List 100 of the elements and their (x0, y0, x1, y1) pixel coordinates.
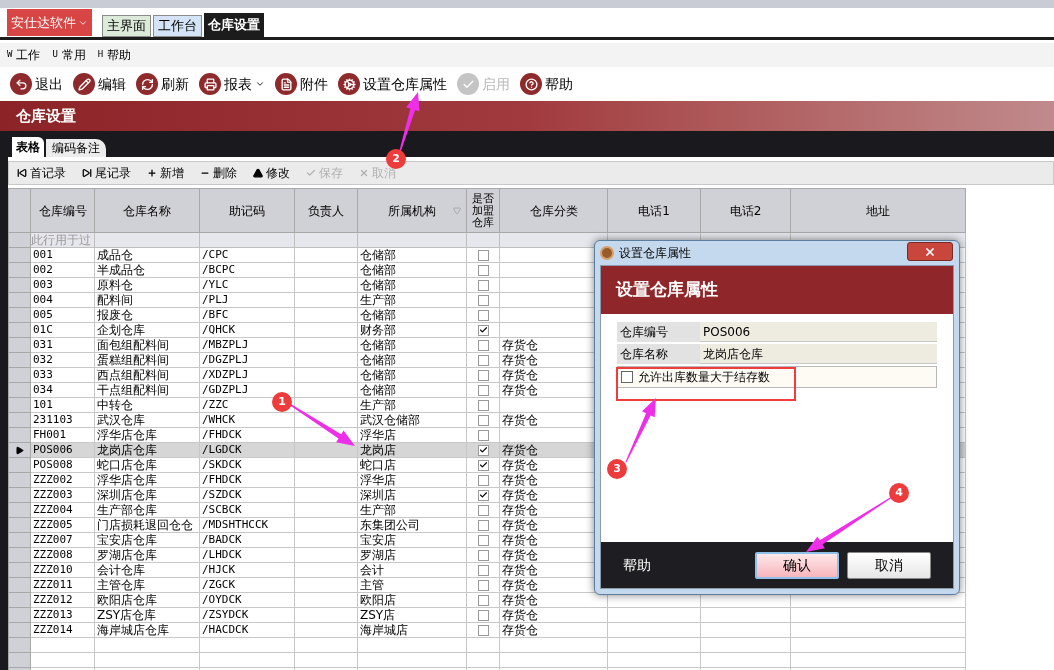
checkbox[interactable] (477, 594, 489, 606)
table-cell (31, 653, 95, 668)
table-cell (295, 638, 358, 653)
menu-item[interactable]: H 帮助 (97, 46, 132, 64)
grid-toolbar-button[interactable]: 首记录 (17, 164, 66, 182)
toolbar-button[interactable]: 附件 (275, 73, 328, 95)
checkbox[interactable] (477, 579, 489, 591)
table-row[interactable]: ZZZ013 ZSY店仓库 /ZSYDCK ZSY店 存货仓 (9, 608, 966, 623)
table-cell (295, 653, 358, 668)
checkbox[interactable] (477, 309, 489, 321)
close-icon (359, 168, 369, 178)
toolbar-button[interactable]: 刷新 (136, 73, 189, 95)
table-cell (31, 638, 95, 653)
filter-cell[interactable] (295, 233, 358, 248)
filter-cell[interactable] (467, 233, 500, 248)
plus-icon (147, 168, 157, 178)
grid-toolbar-button[interactable]: 新增 (147, 164, 184, 182)
menu-item[interactable]: U 常用 (52, 46, 86, 64)
column-header[interactable]: 仓库分类 (500, 189, 608, 233)
checkbox[interactable] (477, 549, 489, 561)
checkbox[interactable] (477, 249, 489, 261)
checkbox[interactable] (477, 279, 489, 291)
toolbar-button[interactable]: 编辑 (73, 73, 126, 95)
pencil-icon (73, 73, 95, 95)
column-header[interactable]: 电话1 (608, 189, 701, 233)
dialog-title: 设置仓库属性 (619, 245, 691, 262)
current-row-icon (15, 445, 24, 455)
check-icon (457, 73, 479, 95)
table-row[interactable]: ZZZ012 欧阳店仓库 /OYDCK 欧阳店 存货仓 (9, 593, 966, 608)
help-icon (520, 73, 542, 95)
menu-item[interactable]: W 工作 (7, 46, 41, 64)
tab[interactable]: 主界面 (102, 15, 151, 37)
column-header[interactable]: 电话2 (701, 189, 791, 233)
filter-cell[interactable] (500, 233, 608, 248)
app-icon (600, 246, 614, 260)
checkbox[interactable] (477, 354, 489, 366)
checkbox[interactable] (477, 384, 489, 396)
table-cell (467, 653, 500, 668)
checkbox[interactable] (477, 414, 489, 426)
toolbar-button[interactable]: 报表 (199, 73, 265, 95)
checkbox[interactable] (477, 324, 489, 336)
checkbox[interactable] (477, 459, 489, 471)
dialog-button[interactable]: 确认 (755, 551, 839, 579)
field-label: 仓库编号 (617, 322, 700, 342)
table-cell: 海岸城店仓库 (95, 623, 200, 638)
table-cell: 存货仓 (500, 623, 608, 638)
toolbar-button[interactable]: 设置仓库属性 (338, 73, 447, 95)
toolbar-button[interactable]: 退出 (10, 73, 63, 95)
checkbox[interactable] (477, 399, 489, 411)
close-icon (924, 245, 936, 258)
sub-tab[interactable]: 编码备注 (46, 139, 106, 157)
tab[interactable]: 仓库设置 (204, 13, 264, 37)
toolbar-button[interactable]: 帮助 (520, 73, 573, 95)
table-cell (467, 638, 500, 653)
checkbox[interactable] (477, 339, 489, 351)
checkbox[interactable] (477, 489, 489, 501)
row-header[interactable] (9, 443, 31, 458)
filter-cell[interactable] (358, 233, 467, 248)
gears-icon (338, 73, 360, 95)
column-header[interactable]: 地址 (791, 189, 966, 233)
table-cell (295, 623, 358, 638)
tab[interactable]: 工作台 (153, 15, 202, 37)
grid-toolbar-button[interactable]: 删除 (200, 164, 237, 182)
checkbox[interactable] (477, 564, 489, 576)
dialog-button[interactable]: 取消 (847, 551, 931, 579)
checkbox[interactable] (477, 369, 489, 381)
checkbox[interactable] (477, 474, 489, 486)
table-row[interactable]: ZZZ014 海岸城店仓库 /HACDCK 海岸城店 存货仓 (9, 623, 966, 638)
app-menu-button[interactable]: 安仕达软件 (7, 9, 92, 36)
checkbox[interactable] (477, 519, 489, 531)
filter-cell[interactable] (95, 233, 200, 248)
checkbox[interactable] (477, 294, 489, 306)
filter-icon[interactable] (453, 206, 461, 215)
triangle-icon (253, 168, 263, 178)
checkbox-label[interactable]: 允许出库数量大于结存数 (638, 368, 770, 386)
column-header[interactable]: 仓库名称 (95, 189, 200, 233)
checkbox[interactable] (477, 624, 489, 636)
field-value[interactable]: POS006 (700, 322, 937, 342)
grid-toolbar-button[interactable]: 修改 (253, 164, 290, 182)
column-header[interactable]: 仓库编号 (31, 189, 95, 233)
close-button[interactable] (907, 242, 953, 261)
column-header[interactable]: 助记码 (200, 189, 295, 233)
checkbox[interactable] (477, 444, 489, 456)
table-cell: 海岸城店 (358, 623, 467, 638)
checkbox[interactable] (477, 609, 489, 621)
filter-cell[interactable] (200, 233, 295, 248)
column-header[interactable]: 负责人 (295, 189, 358, 233)
field-value[interactable]: 龙岗店仓库 (700, 344, 937, 364)
document-icon (275, 73, 297, 95)
checkbox[interactable] (477, 264, 489, 276)
checkbox[interactable] (477, 429, 489, 441)
checkbox[interactable] (477, 504, 489, 516)
checkbox[interactable] (477, 534, 489, 546)
checkbox[interactable] (621, 371, 633, 383)
column-header[interactable]: 是否加盟仓库 (467, 189, 500, 233)
column-header[interactable]: 所属机构 (358, 189, 467, 233)
grid-toolbar-button[interactable]: 尾记录 (82, 164, 131, 182)
sub-tab[interactable]: 表格 (12, 137, 44, 157)
undo-icon (10, 73, 32, 95)
printer-icon (199, 73, 221, 95)
